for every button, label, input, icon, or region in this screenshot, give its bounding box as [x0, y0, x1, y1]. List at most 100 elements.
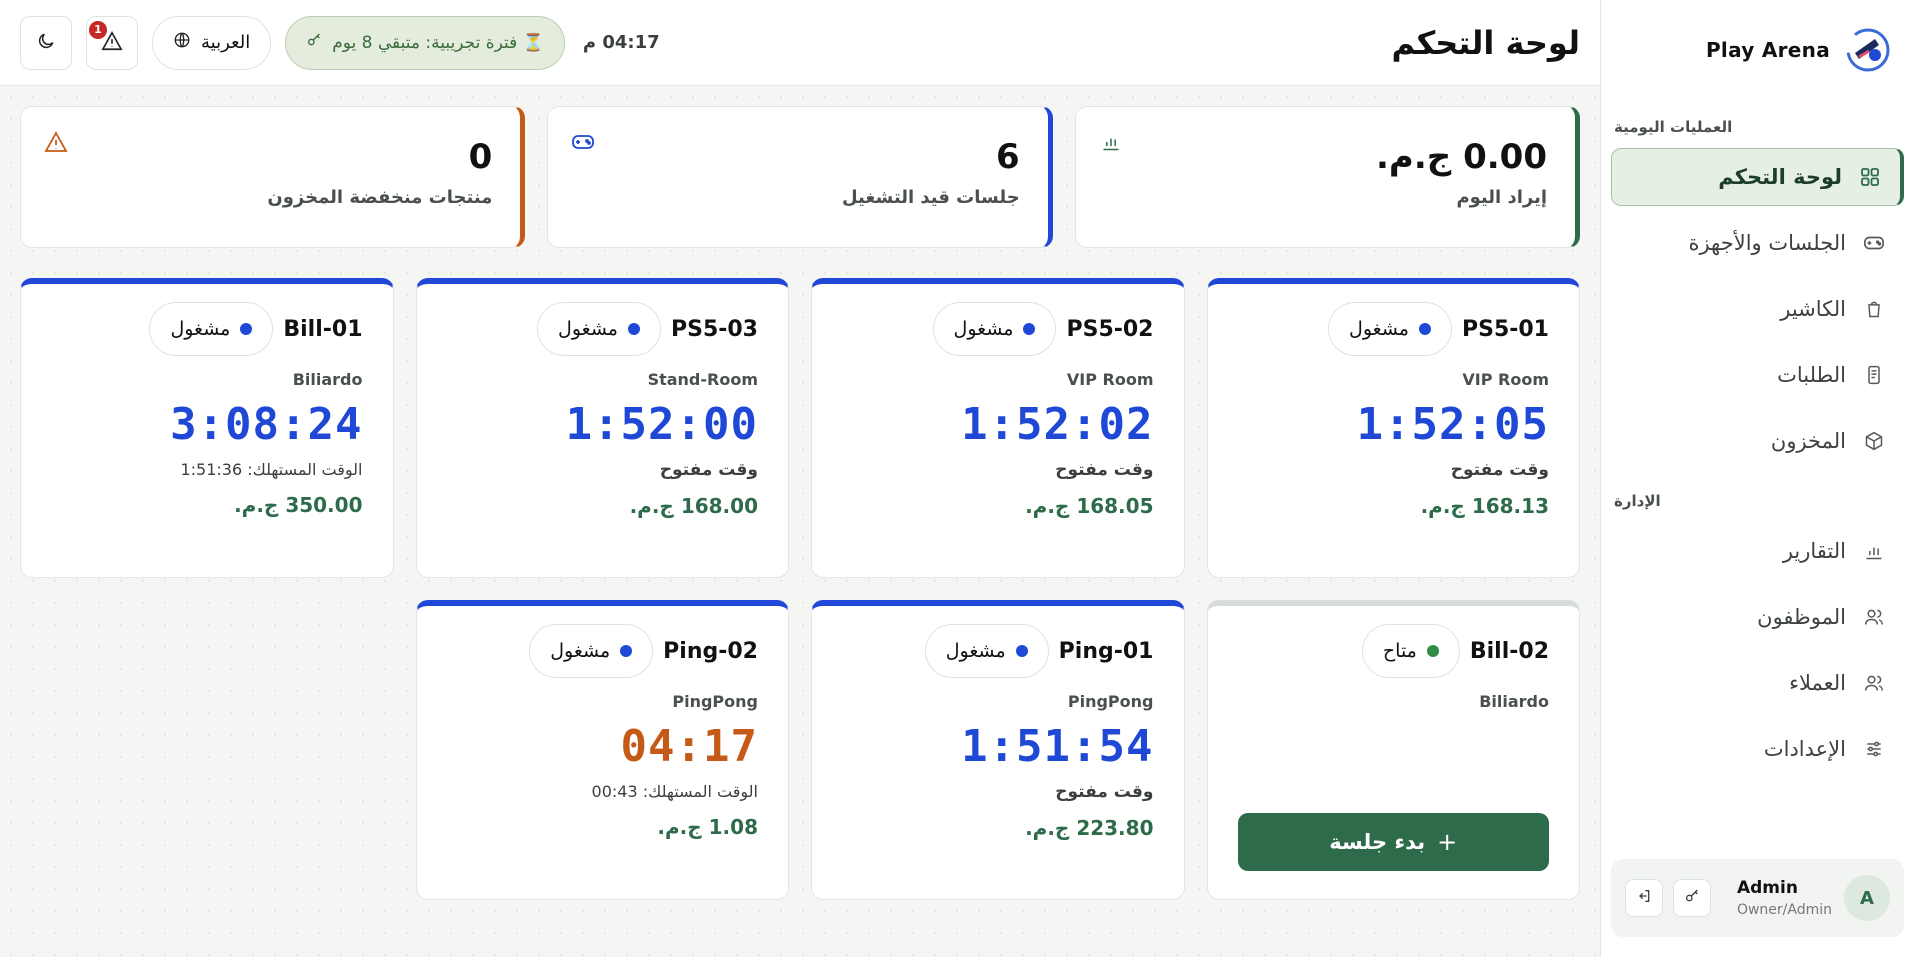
- session-amount: 168.00 ج.م.: [629, 494, 758, 518]
- language-label: العربية: [201, 32, 251, 53]
- stat-label: جلسات قيد التشغيل: [841, 187, 1020, 208]
- status-dot-icon: [240, 323, 253, 335]
- sidebar-item-label: الجلسات والأجهزة: [1688, 231, 1846, 255]
- sidebar-item-label: لوحة التحكم: [1718, 165, 1842, 189]
- language-button[interactable]: العربية: [152, 15, 272, 70]
- session-amount: 168.05 ج.م.: [1025, 494, 1154, 518]
- brand[interactable]: Play Arena: [1601, 0, 1920, 100]
- device-header: PS5-03 مشغول: [447, 302, 758, 356]
- user-actions: [1625, 879, 1711, 917]
- status-badge: مشغول: [529, 624, 654, 678]
- session-mode: وقت مفتوح: [659, 460, 758, 480]
- device-card[interactable]: PS5-02 مشغول VIP Room 1:52:02 وقت مفتوح …: [811, 278, 1185, 578]
- key-icon: [1684, 888, 1700, 908]
- devices-grid: PS5-01 مشغول VIP Room 1:52:05 وقت مفتوح …: [20, 278, 1580, 900]
- device-card[interactable]: PS5-03 مشغول Stand-Room 1:52:00 وقت مفتو…: [415, 278, 789, 578]
- sidebar-item-label: الكاشير: [1780, 297, 1846, 321]
- customers-icon: [1862, 671, 1886, 695]
- notification-count-badge: 1: [89, 20, 107, 39]
- device-type: PingPong: [1067, 692, 1154, 711]
- device-name: Ping-01: [1058, 638, 1154, 664]
- user-card: A Admin Owner/Admin: [1611, 859, 1904, 937]
- logout-icon: [1636, 888, 1652, 908]
- device-type: VIP Room: [1066, 370, 1154, 389]
- stat-card-low-stock[interactable]: 0 منتجات منخفضة المخزون: [20, 106, 526, 248]
- sidebar-item-label: الطلبات: [1777, 363, 1846, 387]
- main-content: 0.00 ج.م. إيراد اليوم 6 جلسات قيد التشغي…: [0, 86, 1600, 957]
- session-timer: 1:52:00: [565, 399, 758, 450]
- status-badge: مشغول: [924, 624, 1049, 678]
- session-timer: 04:17: [620, 721, 758, 772]
- stats-row: 0.00 ج.م. إيراد اليوم 6 جلسات قيد التشغي…: [20, 106, 1580, 248]
- status-text: مشغول: [945, 640, 1006, 662]
- avatar[interactable]: A: [1844, 875, 1890, 921]
- stat-value: 6: [996, 137, 1020, 177]
- device-card[interactable]: Ping-02 مشغول PingPong 04:17 الوقت المست…: [415, 600, 789, 900]
- device-header: Ping-02 مشغول: [447, 624, 758, 678]
- alerts-button[interactable]: 1: [86, 15, 138, 70]
- session-timer: 3:08:24: [170, 399, 363, 450]
- device-type: Biliardo: [1479, 692, 1549, 711]
- user-role: Owner/Admin: [1736, 902, 1832, 918]
- sidebar-item-settings[interactable]: الإعدادات: [1611, 720, 1904, 778]
- session-mode: وقت مفتوح: [1055, 782, 1154, 802]
- start-session-label: بدء جلسة: [1329, 830, 1426, 854]
- device-name: PS5-03: [670, 316, 758, 342]
- sidebar-item-customers[interactable]: العملاء: [1611, 654, 1904, 712]
- device-type: Biliardo: [292, 370, 363, 389]
- stat-card-revenue[interactable]: 0.00 ج.م. إيراد اليوم: [1074, 106, 1580, 248]
- status-text: مشغول: [1349, 318, 1409, 340]
- session-amount: 168.13 ج.م.: [1420, 494, 1549, 518]
- grid-icon: [1858, 165, 1882, 189]
- status-dot-icon: [1426, 645, 1439, 657]
- session-amount: 1.08 ج.م.: [657, 815, 758, 839]
- device-header: Bill-02 متاح: [1238, 624, 1549, 678]
- user-name: Admin: [1736, 878, 1798, 898]
- trial-badge[interactable]: ⏳ فترة تجريبية: متبقي 8 يوم: [285, 15, 565, 70]
- user-info: Admin Owner/Admin: [1737, 878, 1832, 918]
- stat-label: منتجات منخفضة المخزون: [267, 187, 493, 208]
- status-dot-icon: [1015, 645, 1028, 657]
- logout-button[interactable]: [1625, 879, 1663, 917]
- users-icon: [1862, 605, 1886, 629]
- device-name: PS5-01: [1461, 316, 1549, 342]
- sliders-icon: [1862, 737, 1886, 761]
- status-badge: مشغول: [149, 302, 274, 356]
- sidebar-item-cashier[interactable]: الكاشير: [1611, 280, 1904, 338]
- stat-card-running-sessions[interactable]: 6 جلسات قيد التشغيل: [547, 106, 1053, 248]
- status-text: متاح: [1382, 640, 1417, 662]
- sidebar-item-label: الإعدادات: [1763, 737, 1846, 761]
- top-header: لوحة التحكم 04:17 م ⏳ فترة تجريبية: متبق…: [0, 0, 1600, 86]
- sidebar-item-label: العملاء: [1789, 671, 1846, 695]
- status-dot-icon: [1418, 323, 1431, 335]
- status-badge: مشغول: [537, 302, 661, 356]
- sidebar-item-orders[interactable]: الطلبات: [1611, 346, 1904, 404]
- status-badge: مشغول: [1328, 302, 1452, 356]
- box-icon: [1862, 429, 1886, 453]
- sidebar-item-sessions[interactable]: الجلسات والأجهزة: [1611, 214, 1904, 272]
- sidebar-item-label: الموظفون: [1757, 605, 1846, 629]
- sidebar-item-inventory[interactable]: المخزون: [1611, 412, 1904, 470]
- stat-value: 0.00 ج.م.: [1376, 137, 1547, 177]
- start-session-button[interactable]: + بدء جلسة: [1237, 813, 1549, 871]
- device-header: PS5-01 مشغول: [1238, 302, 1549, 356]
- theme-toggle-button[interactable]: [20, 15, 72, 70]
- device-card[interactable]: Bill-02 متاح Biliardo + بدء جلسة: [1206, 600, 1580, 900]
- consumed-time: الوقت المستهلك: 1:51:36: [180, 460, 363, 479]
- device-name: Ping-02: [663, 638, 758, 664]
- device-card[interactable]: PS5-01 مشغول VIP Room 1:52:05 وقت مفتوح …: [1206, 278, 1580, 578]
- device-type: PingPong: [672, 692, 758, 711]
- device-card[interactable]: Bill-01 مشغول Biliardo 3:08:24 الوقت الم…: [20, 278, 394, 578]
- sidebar-item-label: المخزون: [1770, 429, 1846, 453]
- sidebar-item-reports[interactable]: التقارير: [1611, 522, 1904, 580]
- change-password-button[interactable]: [1673, 879, 1711, 917]
- stat-value: 0: [468, 137, 493, 177]
- device-card[interactable]: Ping-01 مشغول PingPong 1:51:54 وقت مفتوح…: [811, 600, 1185, 900]
- sidebar-item-staff[interactable]: الموظفون: [1611, 588, 1904, 646]
- bar-chart-icon: [1862, 539, 1886, 563]
- sidebar-item-dashboard[interactable]: لوحة التحكم: [1611, 148, 1904, 206]
- warning-icon: [43, 129, 69, 155]
- sidebar: Play Arena العمليات اليومية لوحة التحكم …: [1600, 0, 1920, 957]
- device-name: PS5-02: [1066, 316, 1154, 342]
